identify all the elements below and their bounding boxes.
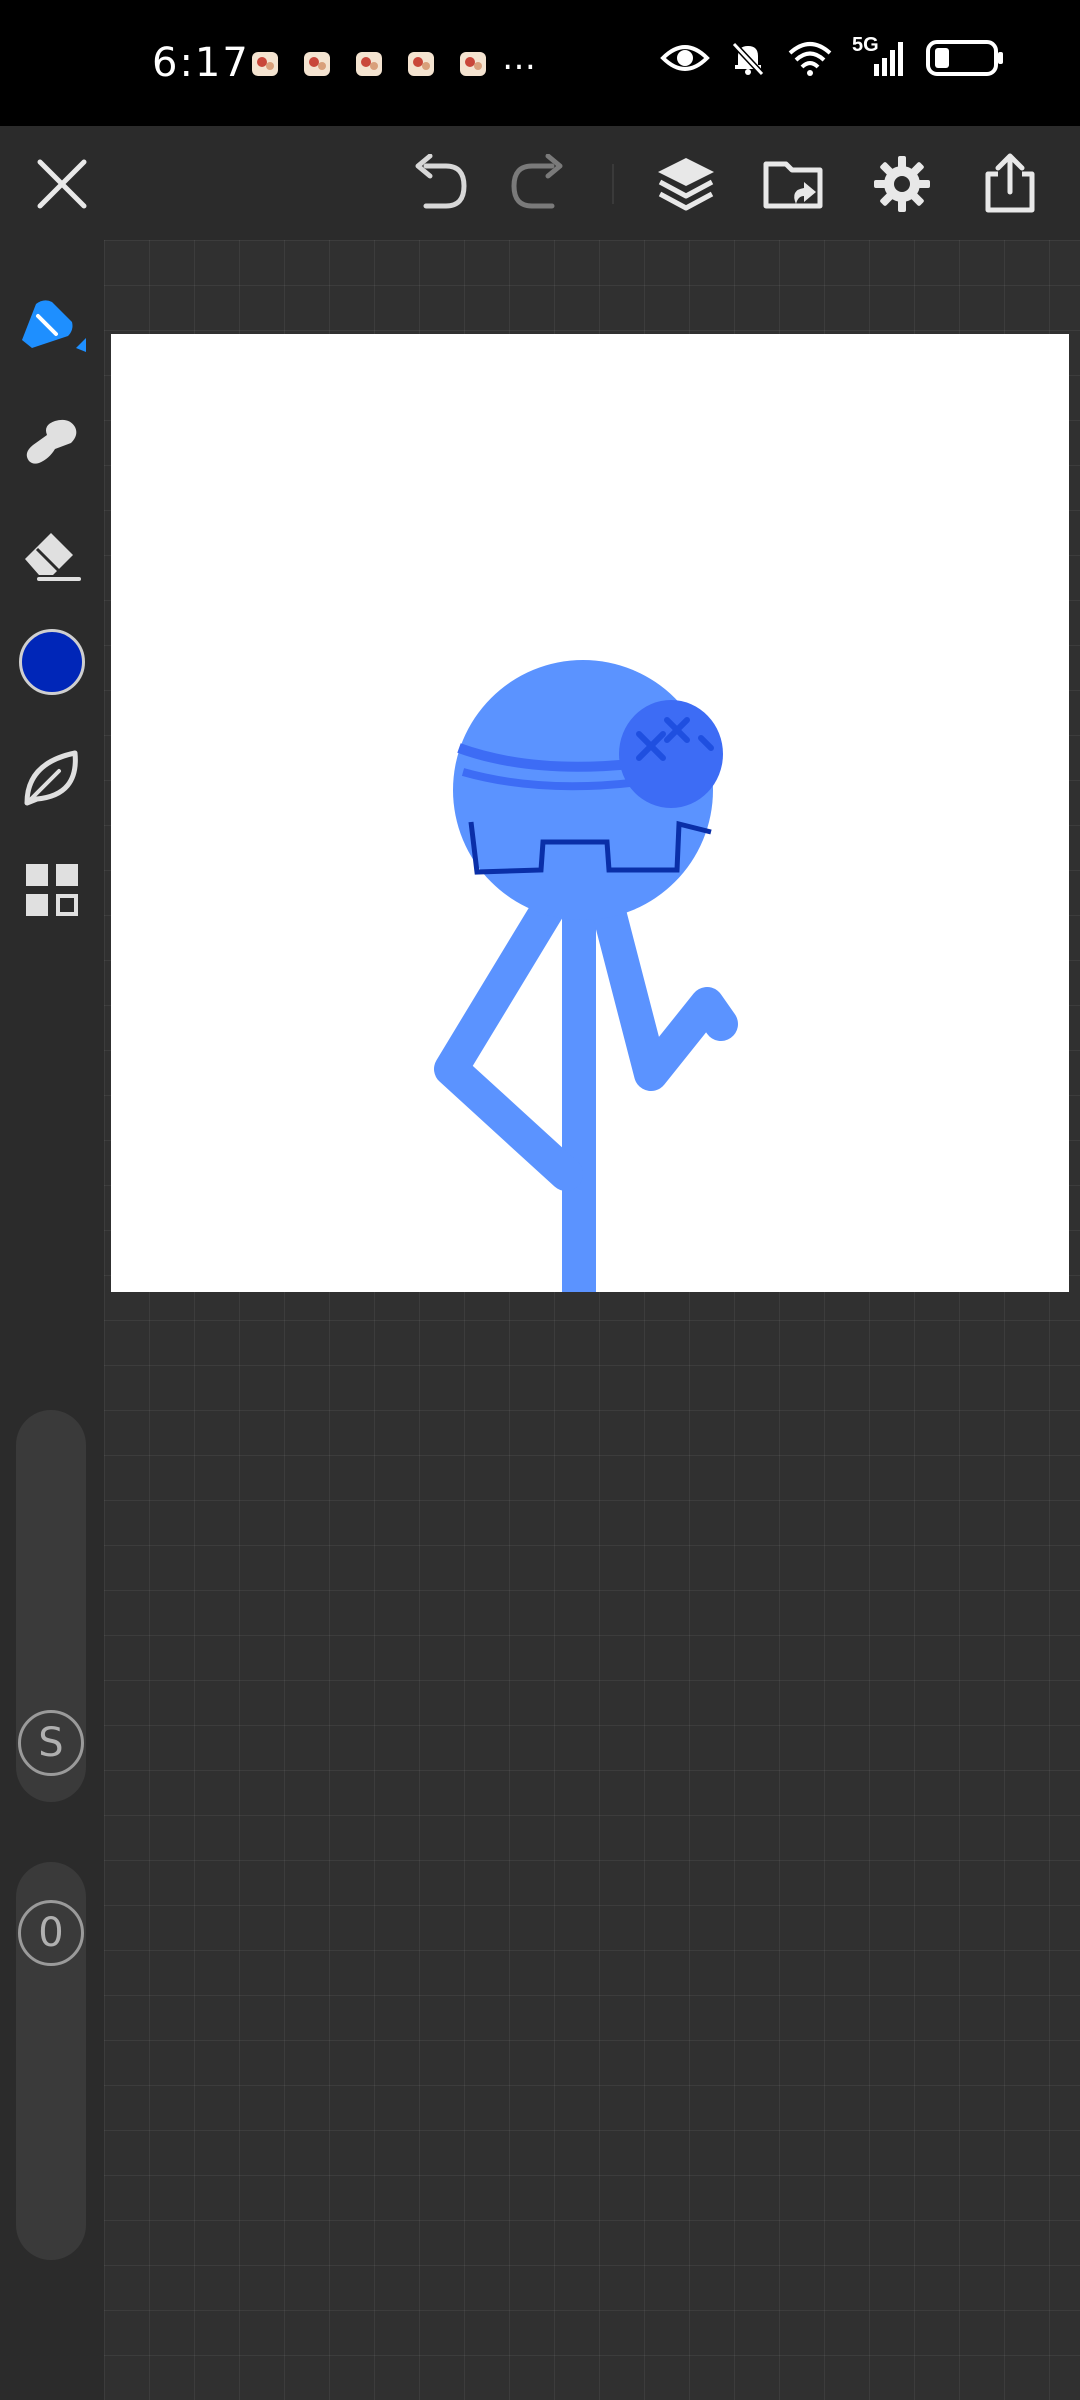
notification-icons [250, 48, 490, 80]
notification-icon [460, 52, 486, 76]
brush-icon [22, 300, 86, 352]
status-time: 6:17 [152, 40, 250, 86]
share-icon [985, 153, 1035, 213]
close-icon [37, 159, 87, 209]
redo-button[interactable] [502, 148, 574, 220]
opacity-slider-label: 0 [38, 1910, 64, 1956]
wifi-icon [788, 42, 832, 76]
eraser-icon [25, 533, 81, 581]
opacity-handle[interactable]: 0 [18, 1900, 84, 1966]
system-indicators: 5G [660, 34, 1006, 78]
battery-icon [926, 40, 1003, 76]
leaf-icon [24, 750, 78, 806]
notification-icon [408, 52, 434, 76]
stick-figure-drawing [434, 660, 738, 1309]
settings-button[interactable] [866, 148, 938, 220]
smudge-icon [26, 419, 77, 464]
top-toolbar [0, 126, 1080, 240]
import-button[interactable] [758, 148, 830, 220]
size-slider-label: S [38, 1720, 64, 1766]
smudge-tool-button[interactable] [14, 400, 90, 476]
close-button[interactable] [26, 148, 98, 220]
gear-icon [874, 156, 930, 212]
layers-button[interactable] [650, 148, 722, 220]
export-button[interactable] [974, 148, 1046, 220]
more-notifications-indicator: … [502, 38, 536, 78]
eye-icon [660, 45, 710, 71]
eraser-tool-button[interactable] [14, 514, 90, 590]
brush-size-handle[interactable]: S [18, 1710, 84, 1776]
cellular-signal: 5G [852, 34, 908, 78]
mute-bell-icon [731, 41, 765, 77]
notification-icon [356, 52, 382, 76]
current-color-swatch [19, 629, 85, 695]
status-bar: 6:17 … 5G [0, 0, 1080, 126]
grid-icon [26, 864, 78, 916]
signal-bars-icon [874, 42, 903, 76]
import-folder-icon [763, 161, 823, 209]
layers-icon [658, 158, 714, 211]
drawing-canvas[interactable] [111, 334, 1069, 1309]
notification-icon [252, 52, 278, 76]
undo-button[interactable] [404, 148, 476, 220]
gallery-button[interactable] [14, 852, 90, 928]
notification-icon [304, 52, 330, 76]
tool-rail: S 0 [0, 240, 104, 2400]
redo-icon [511, 154, 563, 209]
color-picker-button[interactable] [14, 624, 90, 700]
undo-icon [415, 154, 467, 209]
brush-tool-button[interactable] [14, 286, 90, 362]
brush-library-button[interactable] [14, 740, 90, 816]
toolbar-divider [612, 164, 614, 204]
